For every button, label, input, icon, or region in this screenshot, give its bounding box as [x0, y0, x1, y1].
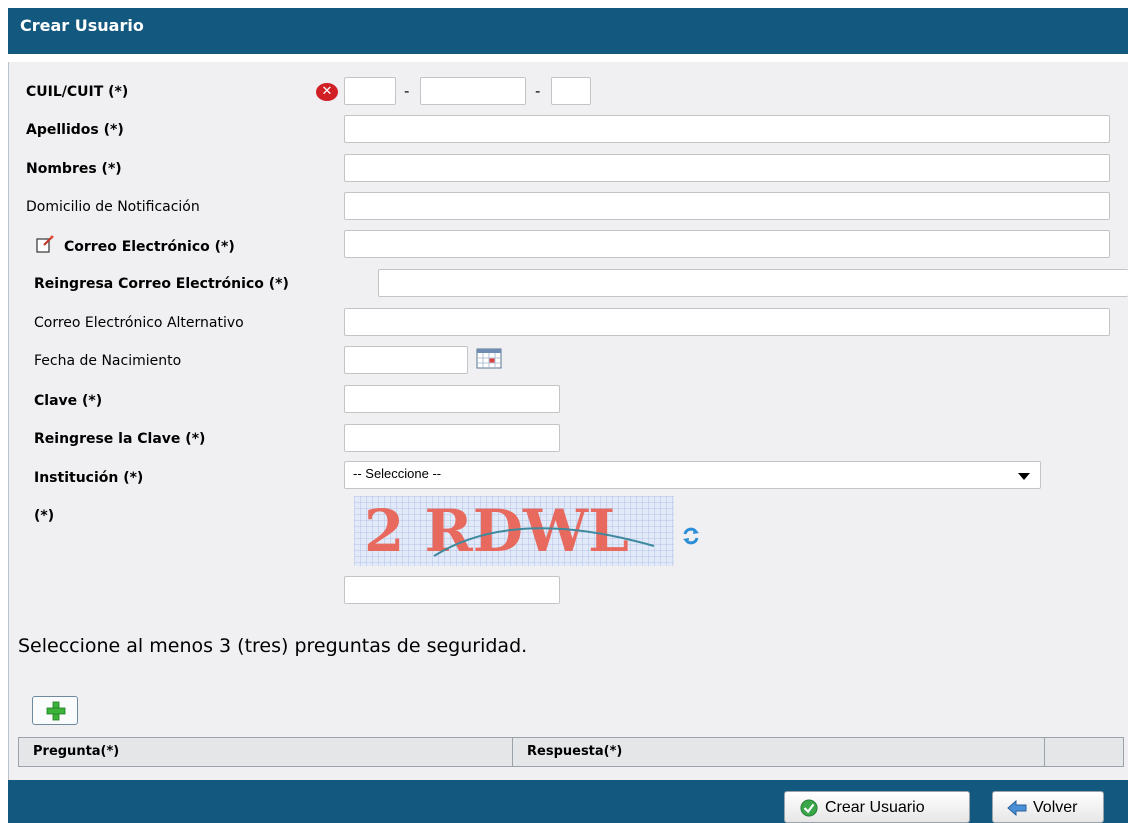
cuil-separator: -	[535, 82, 541, 100]
back-label: Volver	[1033, 799, 1078, 816]
page-title: Crear Usuario	[20, 16, 144, 35]
column-header-actions	[1045, 738, 1123, 766]
calendar-icon[interactable]	[476, 347, 502, 369]
apellidos-input[interactable]	[344, 115, 1110, 143]
cuil-label: CUIL/CUIT (*)	[26, 84, 129, 100]
reingrese-clave-input[interactable]	[344, 424, 560, 452]
cuil-number-input[interactable]	[420, 77, 526, 105]
institucion-selected-value: -- Seleccione --	[353, 466, 442, 481]
column-header-pregunta: Pregunta(*)	[19, 738, 513, 766]
cuil-check-digit-input[interactable]	[551, 77, 591, 105]
create-user-button[interactable]: Crear Usuario	[784, 791, 970, 823]
correo-alt-label: Correo Electrónico Alternativo	[34, 315, 244, 331]
correo-label: Correo Electrónico (*)	[64, 239, 235, 255]
institucion-label: Institución (*)	[34, 470, 144, 486]
plus-icon	[46, 701, 66, 721]
error-x-icon: ✕	[316, 83, 338, 101]
correo-alt-input[interactable]	[344, 308, 1110, 336]
apellidos-label: Apellidos (*)	[26, 122, 124, 138]
security-questions-table: Pregunta(*) Respuesta(*)	[18, 737, 1124, 767]
clave-input[interactable]	[344, 385, 560, 413]
chevron-down-icon	[1018, 473, 1030, 480]
captcha-label: (*)	[34, 508, 55, 524]
column-header-respuesta: Respuesta(*)	[513, 738, 1045, 766]
reingresa-correo-label: Reingresa Correo Electrónico (*)	[34, 276, 289, 292]
reingresa-correo-input[interactable]	[378, 269, 1128, 297]
back-button[interactable]: Volver	[992, 791, 1104, 823]
fecha-input[interactable]	[344, 346, 468, 374]
back-arrow-icon	[1007, 799, 1027, 817]
fecha-label: Fecha de Nacimiento	[34, 353, 182, 369]
clave-label: Clave (*)	[34, 393, 103, 409]
nombres-input[interactable]	[344, 154, 1110, 182]
reingrese-clave-label: Reingrese la Clave (*)	[34, 431, 206, 447]
refresh-icon[interactable]	[680, 525, 702, 547]
correo-input[interactable]	[344, 230, 1110, 258]
security-instructions: Seleccione al menos 3 (tres) preguntas d…	[18, 635, 528, 657]
domicilio-label: Domicilio de Notificación	[26, 199, 200, 215]
cuil-prefix-input[interactable]	[344, 77, 396, 105]
nombres-label: Nombres (*)	[26, 161, 122, 177]
institucion-select[interactable]: -- Seleccione --	[344, 461, 1041, 489]
check-icon	[800, 799, 818, 817]
cuil-separator: -	[404, 82, 410, 100]
add-question-button[interactable]	[32, 696, 78, 725]
page-header: Crear Usuario	[8, 8, 1128, 54]
note-edit-icon	[36, 235, 54, 253]
create-user-label: Crear Usuario	[825, 799, 925, 816]
captcha-image: 2 RDWL	[354, 496, 674, 566]
domicilio-input[interactable]	[344, 192, 1110, 220]
captcha-input[interactable]	[344, 576, 560, 604]
